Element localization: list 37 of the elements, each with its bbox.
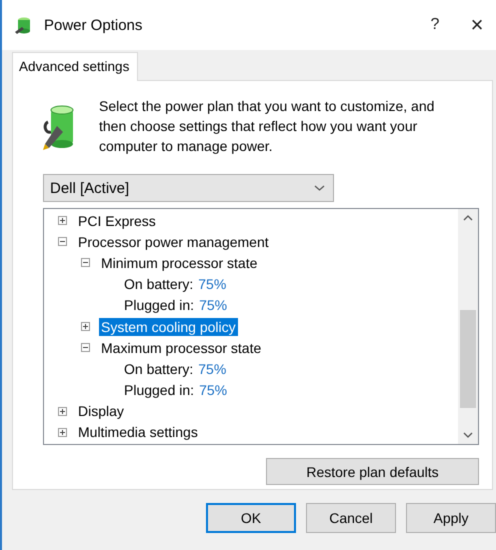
tree-item[interactable]: Multimedia settings: [76, 423, 200, 442]
scroll-thumb[interactable]: [460, 310, 476, 408]
restore-defaults-button[interactable]: Restore plan defaults: [266, 458, 479, 485]
expand-icon[interactable]: [81, 322, 90, 332]
expand-icon[interactable]: [58, 216, 67, 226]
setting-label[interactable]: On battery:: [122, 275, 196, 294]
setting-value[interactable]: 75%: [199, 382, 228, 398]
tab[interactable]: Advanced settings: [12, 52, 138, 81]
scroll-up-icon: [463, 214, 473, 222]
scrollbar[interactable]: [458, 209, 478, 444]
description-text: Select the power plan that you want to customize, and then choose settings that reflect how you want your computer to manage power.: [99, 97, 436, 156]
plan-dropdown[interactable]: Dell [Active]: [43, 174, 334, 202]
expand-icon[interactable]: [58, 406, 67, 416]
tree-item[interactable]: PCI Express: [76, 212, 158, 230]
expand-icon[interactable]: [58, 428, 67, 437]
scroll-down-icon: [463, 431, 473, 439]
setting-value[interactable]: 75%: [198, 360, 226, 377]
dialog-button[interactable]: OK: [206, 503, 296, 533]
collapse-icon[interactable]: [81, 343, 90, 352]
collapse-icon[interactable]: [58, 237, 67, 246]
setting-value[interactable]: 75%: [198, 276, 226, 292]
dialog-button[interactable]: Cancel: [306, 503, 396, 533]
dialog-button[interactable]: Apply: [406, 503, 496, 533]
window-title: Power Options: [44, 16, 142, 34]
chevron-down-icon: [314, 184, 325, 192]
close-button[interactable]: ×: [458, 12, 496, 38]
tree-item[interactable]: System cooling policy: [99, 318, 238, 336]
tree-item[interactable]: Minimum processor state: [99, 254, 260, 272]
help-button[interactable]: ?: [412, 16, 458, 34]
tree-item[interactable]: Maximum processor state: [99, 338, 264, 357]
setting-label[interactable]: Plugged in:: [122, 381, 196, 400]
setting-value[interactable]: 75%: [199, 297, 228, 314]
collapse-icon[interactable]: [81, 258, 90, 268]
setting-label[interactable]: Plugged in:: [122, 296, 196, 314]
tree-item[interactable]: Processor power management: [76, 232, 271, 251]
setting-label[interactable]: On battery:: [122, 360, 196, 378]
tree-item[interactable]: Display: [76, 402, 126, 420]
